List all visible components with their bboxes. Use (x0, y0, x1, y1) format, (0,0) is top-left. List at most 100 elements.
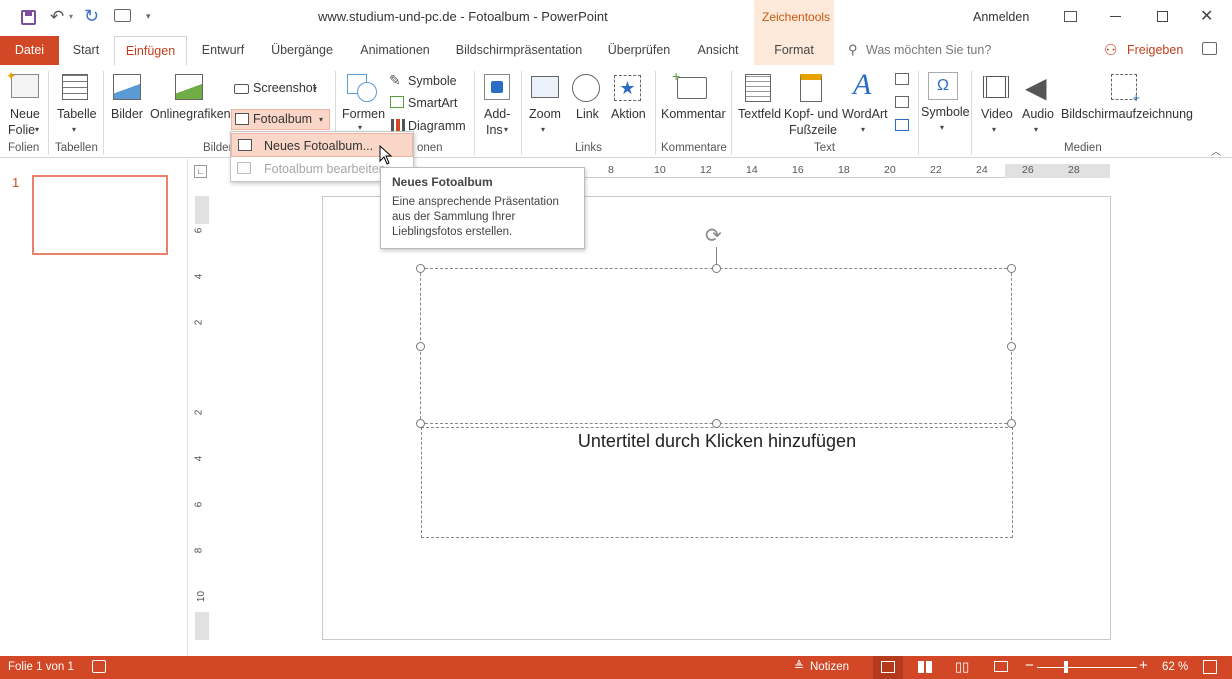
slide-count[interactable]: Folie 1 von 1 (8, 661, 74, 673)
smartart-icon[interactable] (390, 96, 404, 108)
redo-icon[interactable]: ↻ (84, 6, 99, 27)
audio-label[interactable]: Audio (1022, 107, 1054, 121)
customize-qat-icon[interactable]: ▾ (146, 11, 151, 22)
fit-slide-icon[interactable] (1203, 660, 1217, 674)
save-icon[interactable] (21, 10, 36, 25)
symbols-icon[interactable]: Ω (928, 72, 958, 100)
tab-transitions[interactable]: Übergänge (264, 36, 340, 65)
comment-panel-icon[interactable] (1202, 42, 1217, 55)
header-footer-icon[interactable] (800, 74, 822, 102)
addins-label-1[interactable]: Add- (484, 107, 510, 121)
notes-icon[interactable]: ≜ (794, 659, 804, 673)
rotate-handle-icon[interactable]: ⟳ (705, 223, 722, 248)
symbols-label[interactable]: Symbole (921, 105, 970, 119)
comment-label[interactable]: Kommentar (661, 107, 726, 121)
tab-file[interactable]: Datei (0, 36, 59, 65)
chart-label[interactable]: Diagramm (408, 119, 466, 133)
new-slide-label-1[interactable]: Neue (10, 107, 40, 121)
screenshot-icon[interactable] (234, 84, 249, 94)
tab-review[interactable]: Überprüfen (600, 36, 678, 65)
pictures-icon[interactable] (113, 74, 141, 100)
reading-view-icon[interactable]: ▯▯ (955, 659, 969, 675)
icons-label[interactable]: Symbole (408, 74, 457, 88)
normal-view-icon[interactable] (873, 656, 903, 679)
chevron-down-icon[interactable]: ▾ (35, 125, 39, 134)
undo-icon[interactable]: ↶ (50, 7, 64, 27)
resize-handle[interactable] (1007, 419, 1016, 428)
icons-icon[interactable]: ✎ (389, 72, 401, 89)
textbox-label[interactable]: Textfeld (738, 107, 781, 121)
resize-handle[interactable] (1007, 342, 1016, 351)
video-icon[interactable] (983, 76, 1009, 98)
addins-label-2[interactable]: Ins (486, 123, 503, 137)
photo-album-icon[interactable] (235, 113, 249, 125)
tab-view[interactable]: Ansicht (690, 36, 746, 65)
notes-button[interactable]: Notizen (810, 661, 849, 673)
link-icon[interactable] (572, 74, 600, 102)
textbox-icon[interactable] (745, 74, 771, 102)
close-icon[interactable]: ✕ (1200, 6, 1213, 26)
chevron-down-icon[interactable]: ▾ (319, 115, 323, 124)
chevron-down-icon[interactable]: ▾ (504, 125, 508, 134)
smartart-label[interactable]: SmartArt (408, 96, 457, 110)
chevron-down-icon[interactable]: ▾ (313, 84, 317, 93)
date-time-icon[interactable] (895, 73, 909, 85)
header-footer-label-1[interactable]: Kopf- und (784, 107, 838, 121)
chevron-down-icon[interactable]: ▾ (541, 125, 545, 134)
online-pictures-icon[interactable] (175, 74, 203, 100)
wordart-label[interactable]: WordArt (842, 107, 888, 121)
chevron-down-icon[interactable]: ▾ (992, 125, 996, 134)
title-placeholder[interactable] (420, 268, 1012, 424)
spelling-icon[interactable] (92, 660, 106, 673)
header-footer-label-2[interactable]: Fußzeile (789, 123, 837, 137)
tab-selector-icon[interactable]: ∟ (194, 165, 207, 178)
undo-dropdown-icon[interactable]: ▾ (69, 12, 73, 21)
screen-recording-icon[interactable]: + (1111, 74, 1140, 105)
wordart-icon[interactable]: A (853, 68, 871, 102)
slide-thumbnail[interactable] (32, 175, 168, 255)
tab-start[interactable]: Start (63, 36, 109, 65)
tab-design[interactable]: Entwurf (194, 36, 252, 65)
slide-sorter-icon[interactable] (918, 661, 932, 673)
action-icon[interactable]: ★ (614, 75, 641, 101)
shapes-icon[interactable] (347, 74, 377, 102)
minimize-icon[interactable] (1110, 16, 1121, 17)
zoom-slider-thumb[interactable] (1064, 661, 1068, 673)
table-label[interactable]: Tabelle (57, 107, 97, 121)
collapse-ribbon-icon[interactable]: ︿ (1211, 143, 1221, 158)
table-icon[interactable] (62, 74, 88, 100)
tab-slideshow[interactable]: Bildschirmpräsentation (449, 36, 589, 65)
video-label[interactable]: Video (981, 107, 1013, 121)
object-icon[interactable] (895, 119, 909, 131)
audio-icon[interactable]: ◀ (1025, 71, 1047, 104)
chevron-down-icon[interactable]: ▾ (861, 125, 865, 134)
resize-handle[interactable] (712, 419, 721, 428)
new-slide-label-2[interactable]: Folie (8, 123, 35, 137)
chevron-down-icon[interactable]: ▾ (940, 123, 944, 132)
screen-recording-label[interactable]: Bildschirmaufzeichnung (1061, 107, 1193, 121)
signin-link[interactable]: Anmelden (973, 10, 1029, 24)
resize-handle[interactable] (1007, 264, 1016, 273)
maximize-icon[interactable] (1157, 11, 1168, 22)
resize-handle[interactable] (416, 264, 425, 273)
link-label[interactable]: Link (576, 107, 599, 121)
tab-animations[interactable]: Animationen (352, 36, 438, 65)
new-slide-icon[interactable]: ✦ (6, 69, 39, 98)
chevron-down-icon[interactable]: ▾ (72, 125, 76, 134)
resize-handle[interactable] (416, 419, 425, 428)
chart-icon[interactable] (391, 119, 405, 131)
zoom-slider[interactable] (1037, 661, 1137, 673)
ribbon-display-options-icon[interactable] (1064, 11, 1077, 22)
zoom-out-icon[interactable]: − (1025, 657, 1034, 674)
shapes-label[interactable]: Formen (342, 107, 385, 121)
screenshot-label[interactable]: Screenshot (253, 81, 316, 95)
tab-format[interactable]: Format (754, 36, 834, 65)
zoom-level[interactable]: 62 % (1162, 661, 1188, 673)
start-presentation-icon[interactable] (114, 9, 131, 22)
slide-number-icon[interactable] (895, 96, 909, 108)
share-icon[interactable]: ⚇ (1104, 41, 1117, 59)
chevron-down-icon[interactable]: ▾ (1034, 125, 1038, 134)
share-button[interactable]: Freigeben (1127, 43, 1183, 57)
pictures-label[interactable]: Bilder (111, 107, 143, 121)
tell-me-input[interactable]: Was möchten Sie tun? (866, 43, 991, 57)
